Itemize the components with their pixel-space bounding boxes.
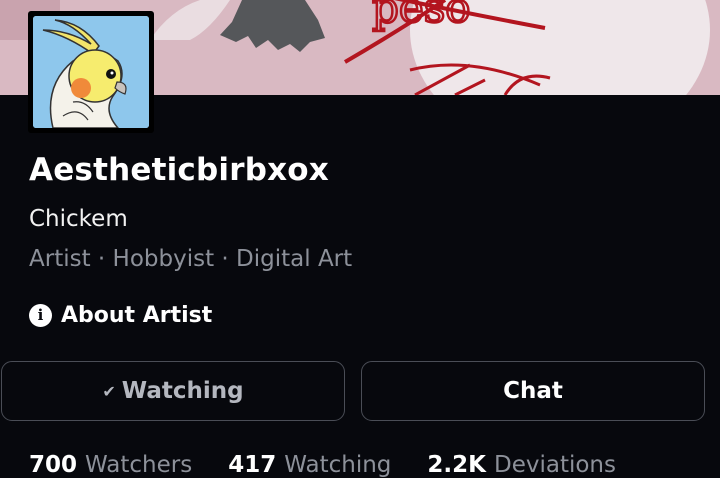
about-artist-label: About Artist (61, 302, 213, 328)
stat-watchers[interactable]: 700 Watchers (29, 452, 192, 478)
stat-label: Watchers (85, 452, 193, 478)
info-icon: i (29, 303, 52, 327)
stat-label: Deviations (494, 452, 616, 478)
chat-button[interactable]: Chat (361, 361, 705, 421)
stat-watching[interactable]: 417 Watching (228, 452, 391, 478)
check-icon: ✔ (102, 381, 116, 401)
chat-label: Chat (503, 378, 563, 404)
avatar[interactable] (28, 11, 154, 133)
profile-stats: 700 Watchers 417 Watching 2.2K Deviations (29, 452, 652, 478)
watching-button[interactable]: ✔ Watching (1, 361, 345, 421)
username: Aestheticbirbxox (29, 152, 329, 188)
stat-deviations[interactable]: 2.2K Deviations (427, 452, 616, 478)
avatar-image (33, 16, 149, 128)
watching-label: Watching (121, 378, 244, 404)
profile-tagline: Chickem (29, 206, 128, 232)
stat-value: 417 (228, 452, 277, 478)
about-artist-link[interactable]: i About Artist (29, 300, 212, 330)
profile-meta: Artist · Hobbyist · Digital Art (29, 246, 353, 272)
stat-value: 700 (29, 452, 78, 478)
stat-value: 2.2K (427, 452, 486, 478)
stat-label: Watching (284, 452, 392, 478)
